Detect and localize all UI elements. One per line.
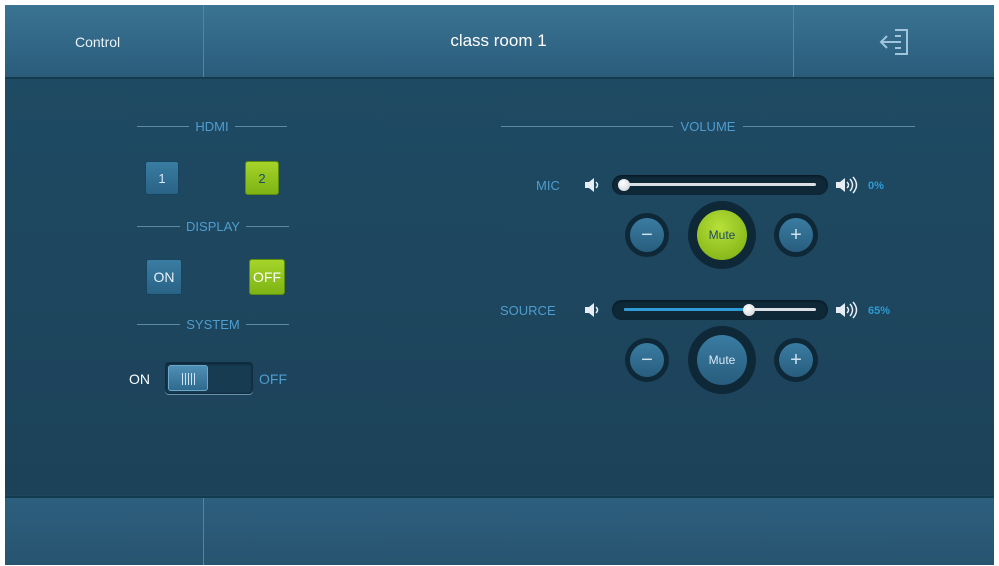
hdmi-1-label: 1 — [158, 170, 166, 186]
source-volume-up-button[interactable]: + — [774, 338, 818, 382]
source-volume-down-button[interactable]: − — [625, 338, 669, 382]
mic-mute-button[interactable]: Mute — [688, 201, 756, 269]
footer-bar — [5, 496, 994, 565]
control-panel-window: Control class room 1 HDMI 1 2 DISPLAY ON… — [5, 5, 994, 565]
hdmi-1-button[interactable]: 1 — [145, 161, 179, 195]
page-title: class room 1 — [450, 31, 547, 50]
footer-left-cell — [5, 498, 204, 565]
display-off-button[interactable]: OFF — [249, 259, 285, 295]
source-label: SOURCE — [500, 303, 556, 318]
toggle-knob[interactable] — [168, 365, 208, 391]
mic-slider-thumb[interactable] — [618, 179, 630, 191]
source-volume-low-icon — [585, 303, 599, 317]
plus-icon: + — [790, 349, 802, 371]
display-heading: DISPLAY — [137, 218, 290, 234]
system-on-label: ON — [129, 371, 150, 387]
source-mute-button[interactable]: Mute — [688, 326, 756, 394]
source-slider-thumb[interactable] — [742, 304, 755, 316]
mic-mute-label: Mute — [708, 228, 736, 242]
hdmi-heading-text: HDMI — [195, 118, 229, 134]
plus-icon: + — [790, 224, 802, 246]
mic-volume-up-button[interactable]: + — [774, 213, 818, 257]
source-volume-high-icon — [836, 301, 858, 319]
mic-level-text: 0% — [868, 180, 884, 192]
display-on-label: ON — [153, 269, 175, 285]
hdmi-heading: HDMI — [137, 118, 287, 134]
source-level-text: 65% — [868, 305, 891, 317]
minus-icon: − — [641, 349, 653, 371]
source-volume-slider[interactable] — [612, 300, 828, 320]
mic-volume-high-icon — [836, 176, 858, 194]
system-power-toggle[interactable] — [165, 362, 253, 394]
mic-label: MIC — [536, 178, 560, 193]
volume-heading: VOLUME — [501, 118, 915, 134]
display-on-button[interactable]: ON — [146, 259, 182, 295]
display-heading-text: DISPLAY — [186, 218, 240, 234]
system-off-label: OFF — [259, 371, 287, 387]
minus-icon: − — [641, 224, 653, 246]
display-off-label: OFF — [253, 269, 281, 285]
hdmi-2-button[interactable]: 2 — [245, 161, 279, 195]
exit-button[interactable] — [873, 25, 917, 59]
system-heading: SYSTEM — [137, 316, 289, 332]
volume-heading-text: VOLUME — [680, 118, 736, 134]
control-label: Control — [75, 34, 121, 50]
mic-volume-slider[interactable] — [612, 175, 828, 195]
mic-volume-down-button[interactable]: − — [625, 213, 669, 257]
exit-door-icon — [879, 29, 908, 55]
system-heading-text: SYSTEM — [186, 316, 240, 332]
mic-volume-low-icon — [585, 178, 599, 192]
header-bar: Control class room 1 — [5, 5, 994, 79]
source-mute-label: Mute — [708, 353, 736, 367]
hdmi-2-label: 2 — [258, 170, 266, 186]
